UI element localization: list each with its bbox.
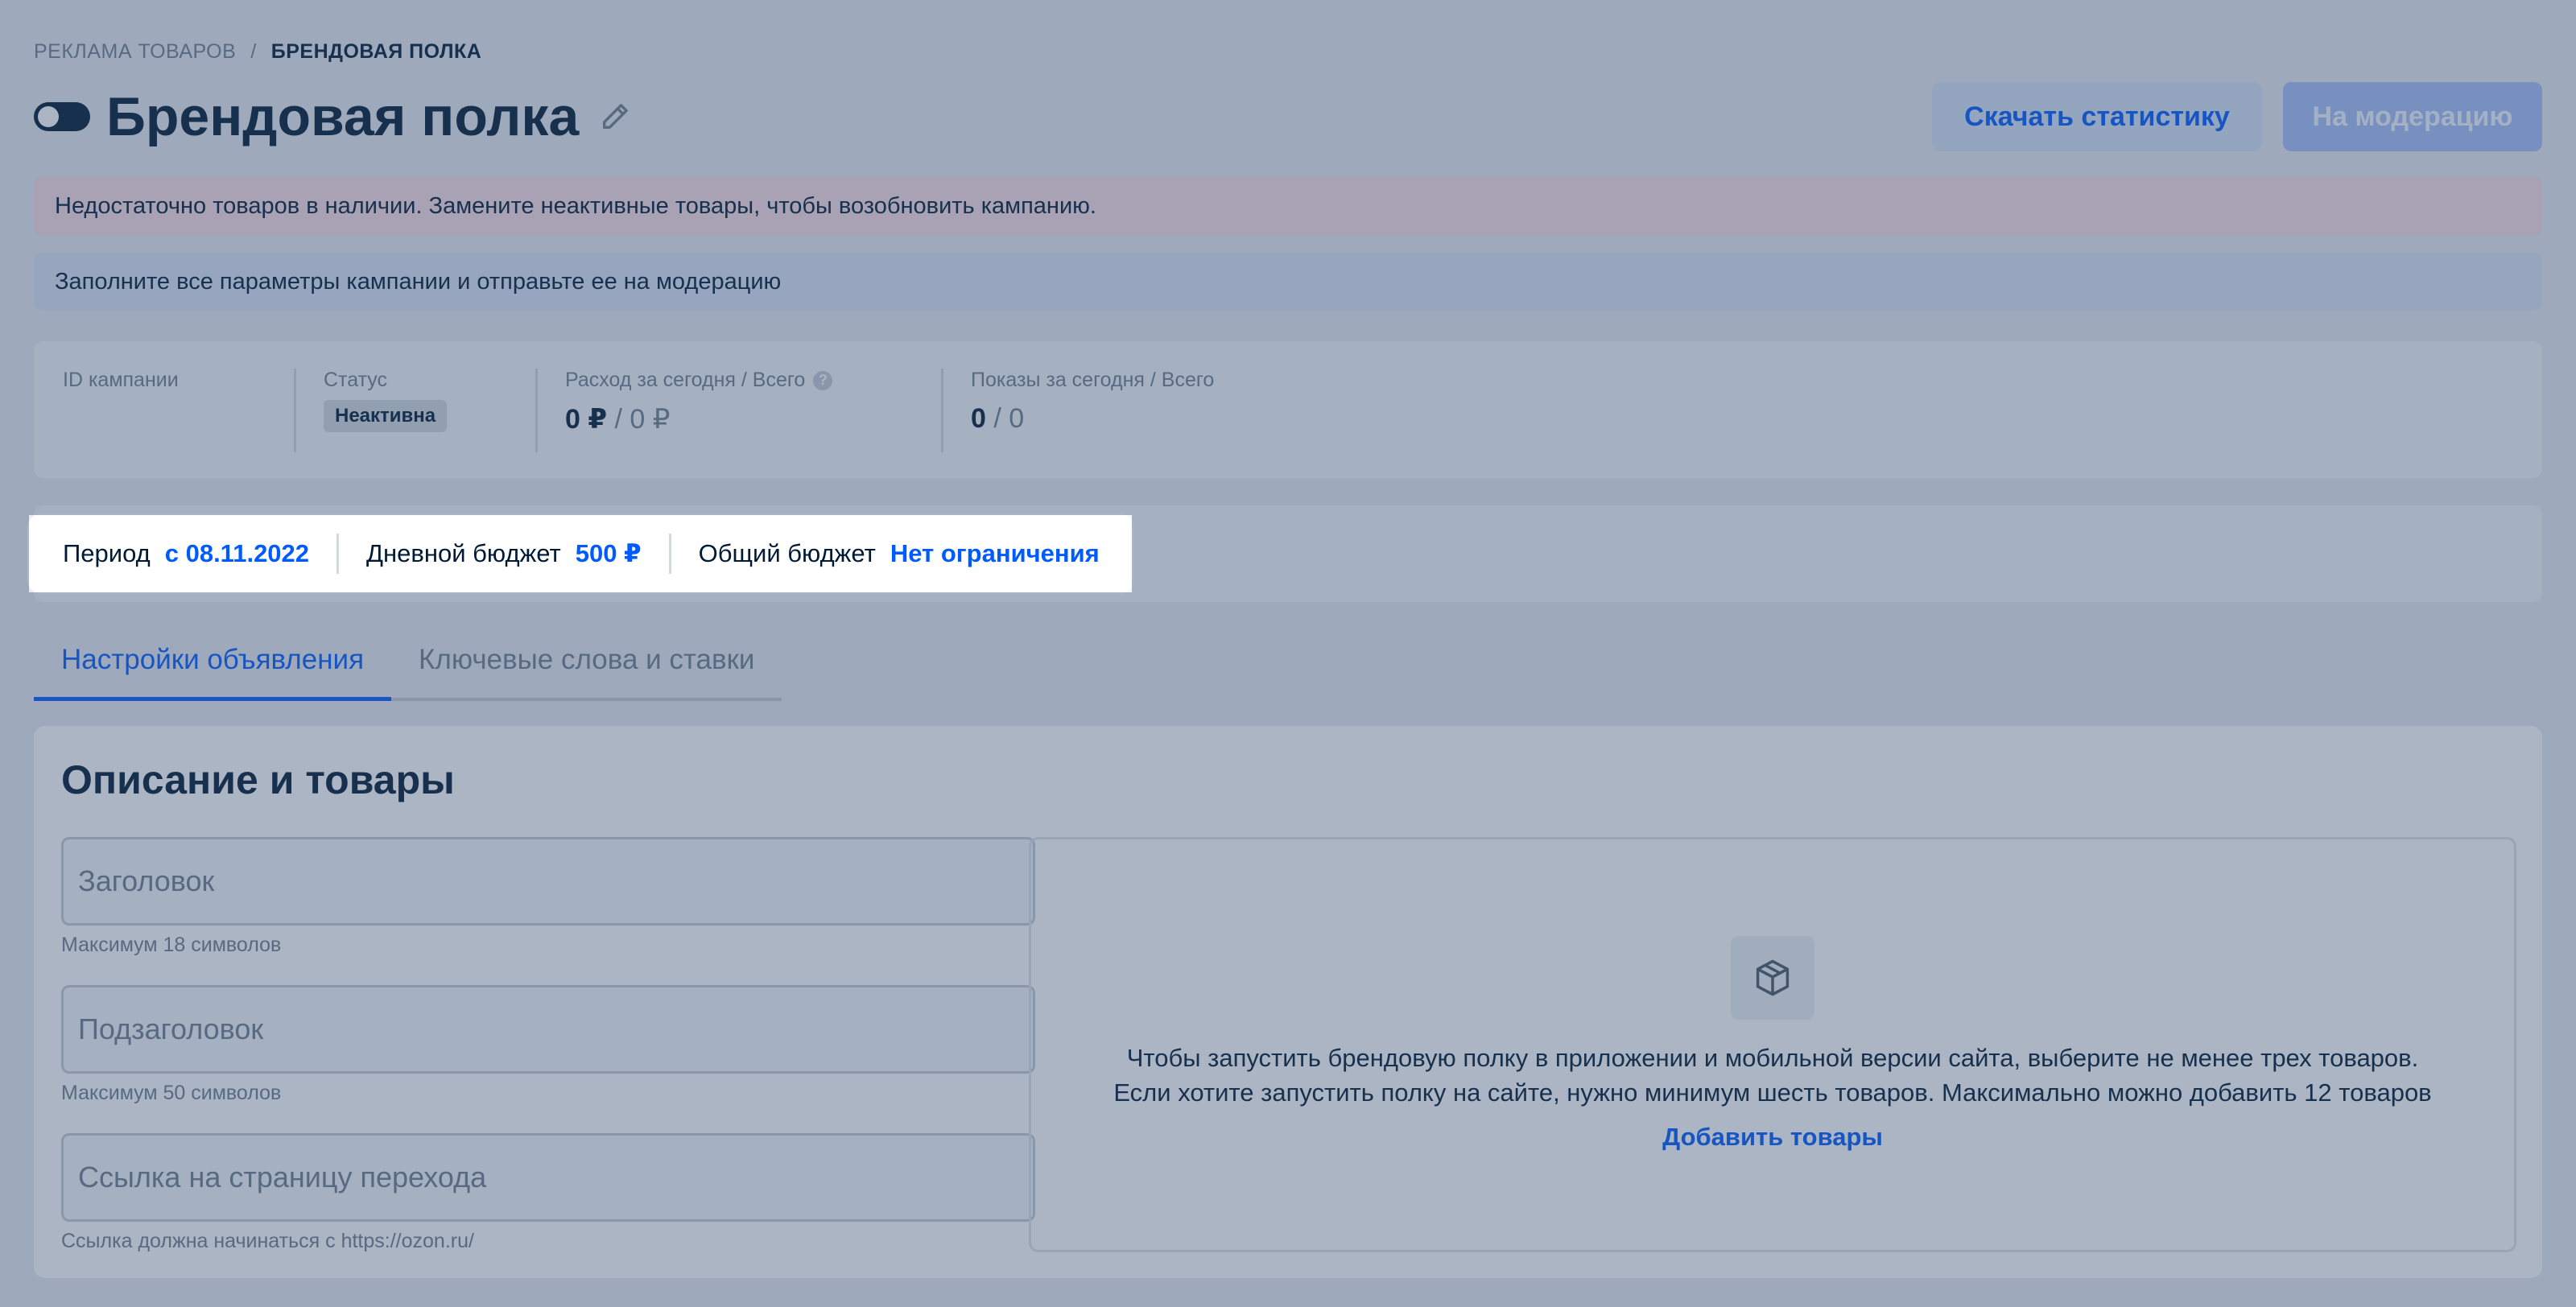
subheading-input[interactable]: Подзаголовок bbox=[61, 985, 1035, 1074]
total-budget-label: Общий бюджет bbox=[698, 539, 876, 567]
pencil-icon[interactable] bbox=[597, 98, 634, 135]
total-budget-value[interactable]: Нет ограничения bbox=[890, 539, 1100, 568]
spend-today: 0 ₽ bbox=[565, 404, 608, 435]
stat-views: Показы за сегодня / Всего 0 / 0 bbox=[971, 369, 1309, 452]
stat-views-value: 0 / 0 bbox=[971, 403, 1282, 435]
description-card: Описание и товары Заголовок Максимум 18 … bbox=[34, 726, 2542, 1278]
breadcrumb-separator: / bbox=[250, 40, 257, 63]
spend-separator: / bbox=[614, 404, 622, 435]
stat-status-label: Статус bbox=[324, 369, 388, 391]
heading-hint: Максимум 18 символов bbox=[61, 934, 282, 956]
daily-budget-label: Дневной бюджет bbox=[366, 539, 561, 567]
budget-panel: Период с 08.11.2022 Дневной бюджет 500 ₽… bbox=[29, 505, 2542, 602]
breadcrumb-parent[interactable]: РЕКЛАМА ТОВАРОВ bbox=[34, 40, 236, 64]
status-badge: Неактивна bbox=[324, 400, 448, 432]
breadcrumb-current: БРЕНДОВАЯ ПОЛКА bbox=[270, 40, 482, 63]
link-field-group: Ссылка на страницу перехода Ссылка должн… bbox=[61, 1133, 1035, 1253]
period-value[interactable]: с 08.11.2022 bbox=[165, 539, 309, 568]
views-separator: / bbox=[993, 403, 1001, 434]
question-circle-icon[interactable]: ? bbox=[813, 370, 833, 390]
budget-period[interactable]: Период с 08.11.2022 bbox=[63, 534, 340, 574]
info-alert: Заполните все параметры кампании и отпра… bbox=[34, 253, 2542, 311]
header-buttons: Скачать статистику На модерацию bbox=[1932, 82, 2542, 151]
stat-campaign-id-label: ID кампании bbox=[63, 369, 179, 391]
box-icon bbox=[1731, 936, 1814, 1020]
landing-link-hint: Ссылка должна начинаться с https://ozon.… bbox=[61, 1230, 474, 1252]
stats-panel: ID кампании Статус Неактивна Расход за с… bbox=[34, 341, 2542, 478]
stat-campaign-id: ID кампании bbox=[63, 369, 296, 452]
error-alert: Недостаточно товаров в наличии. Замените… bbox=[34, 177, 2542, 235]
add-products-link[interactable]: Добавить товары bbox=[1662, 1123, 1883, 1152]
tabs: Настройки объявления Ключевые слова и ст… bbox=[34, 629, 782, 701]
budget-total[interactable]: Общий бюджет Нет ограничения bbox=[699, 534, 1127, 574]
tab-keywords-bids[interactable]: Ключевые слова и ставки bbox=[391, 629, 782, 698]
stat-spend-value: 0 ₽ / 0 ₽ bbox=[565, 403, 914, 435]
tab-ad-settings[interactable]: Настройки объявления bbox=[34, 629, 392, 701]
stat-spend-label: Расход за сегодня / Всего ? bbox=[565, 369, 914, 392]
page-title: Брендовая полка bbox=[106, 86, 580, 147]
products-description: Чтобы запустить брендовую полку в прилож… bbox=[1113, 1041, 2431, 1110]
send-to-moderation-button[interactable]: На модерацию bbox=[2283, 82, 2542, 151]
breadcrumb: РЕКЛАМА ТОВАРОВ / БРЕНДОВАЯ ПОЛКА bbox=[34, 40, 481, 64]
period-label: Период bbox=[63, 539, 151, 567]
page: РЕКЛАМА ТОВАРОВ / БРЕНДОВАЯ ПОЛКА Брендо… bbox=[0, 0, 2576, 1307]
budget-daily[interactable]: Дневной бюджет 500 ₽ bbox=[366, 534, 671, 574]
stat-spend-label-text: Расход за сегодня / Всего bbox=[565, 369, 806, 391]
download-stats-button[interactable]: Скачать статистику bbox=[1932, 82, 2262, 151]
subheading-hint: Максимум 50 символов bbox=[61, 1082, 282, 1104]
views-today: 0 bbox=[971, 403, 986, 434]
products-text-line1: Чтобы запустить брендовую полку в прилож… bbox=[1126, 1044, 2419, 1072]
stat-status: Статус Неактивна bbox=[324, 369, 538, 452]
views-total: 0 bbox=[1009, 403, 1025, 434]
products-text-line2: Если хотите запустить полку на сайте, ну… bbox=[1113, 1078, 2432, 1107]
spend-total: 0 ₽ bbox=[630, 404, 671, 435]
landing-link-input[interactable]: Ссылка на страницу перехода bbox=[61, 1133, 1035, 1222]
products-area: Чтобы запустить брендовую полку в прилож… bbox=[1029, 837, 2516, 1252]
budget-bar: Период с 08.11.2022 Дневной бюджет 500 ₽… bbox=[29, 515, 1132, 592]
description-title: Описание и товары bbox=[61, 757, 455, 802]
daily-budget-value[interactable]: 500 ₽ bbox=[576, 539, 642, 568]
campaign-toggle[interactable] bbox=[34, 102, 90, 131]
title-row: Брендовая полка Скачать статистику На мо… bbox=[34, 80, 2542, 153]
heading-input[interactable]: Заголовок bbox=[61, 837, 1035, 926]
stat-spend: Расход за сегодня / Всего ? 0 ₽ / 0 ₽ bbox=[565, 369, 943, 452]
subheading-field-group: Подзаголовок Максимум 50 символов bbox=[61, 985, 1035, 1105]
stat-views-label: Показы за сегодня / Всего bbox=[971, 369, 1215, 391]
heading-field-group: Заголовок Максимум 18 символов bbox=[61, 837, 1035, 957]
